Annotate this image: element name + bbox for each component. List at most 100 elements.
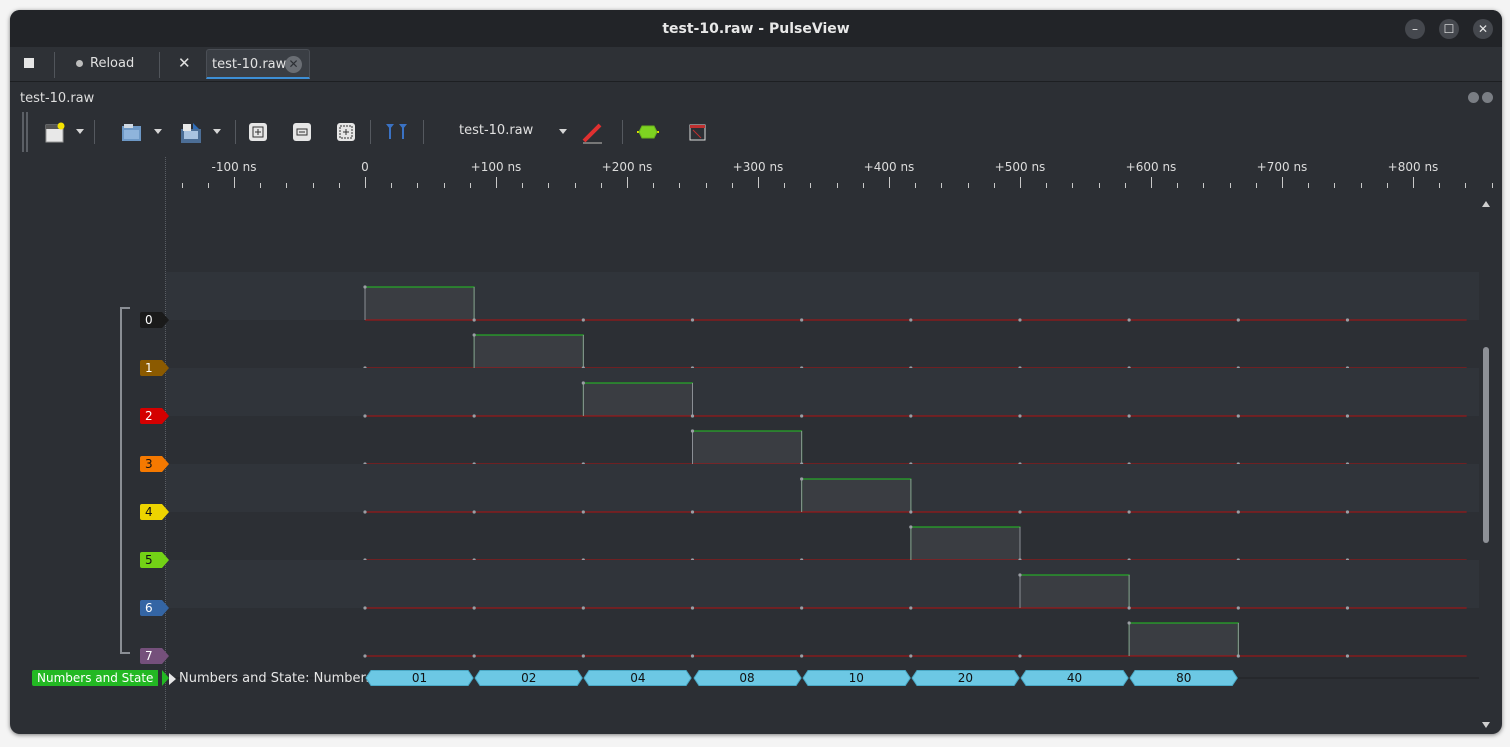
sample-dot xyxy=(1127,621,1131,625)
sample-dot xyxy=(1345,510,1350,514)
open-icon[interactable] xyxy=(121,122,143,144)
ruler-tick xyxy=(627,177,628,188)
decoder-icon[interactable] xyxy=(636,122,660,142)
trace-high-fill xyxy=(1020,575,1130,608)
minimize-icon[interactable]: – xyxy=(1405,19,1425,39)
sample-dot xyxy=(1236,606,1240,610)
sample-dot xyxy=(472,333,476,337)
tab-session[interactable]: test-10.raw ✕ xyxy=(206,49,310,79)
trace-high-fill xyxy=(910,527,1020,560)
trace-high-fill xyxy=(583,383,693,416)
channel-label-tip xyxy=(157,600,164,616)
ruler-tick xyxy=(1360,183,1362,188)
decoder-label[interactable]: Numbers and State xyxy=(32,670,159,686)
save-dropdown-icon[interactable] xyxy=(213,129,221,134)
zoom-out-icon[interactable] xyxy=(292,122,312,142)
reload-button[interactable]: Reload xyxy=(90,56,134,71)
lane-background xyxy=(166,368,1479,416)
probe-config-icon[interactable] xyxy=(580,122,606,144)
scroll-down-icon[interactable] xyxy=(1482,722,1490,728)
decoder-row-expand-icon[interactable] xyxy=(169,673,176,685)
sample-dot xyxy=(690,429,695,433)
trace-viewport[interactable] xyxy=(166,197,1479,730)
decoder-annotation[interactable]: 02 xyxy=(474,670,583,686)
sample-dot xyxy=(581,654,585,658)
decoder-annotation[interactable]: 01 xyxy=(365,670,474,686)
annotation-text: 01 xyxy=(411,671,428,685)
channel-label-tip xyxy=(157,456,164,472)
lane-background xyxy=(166,272,1479,320)
scroll-thumb[interactable] xyxy=(1483,347,1489,543)
ruler-tick xyxy=(1491,183,1493,188)
channel-label-tip xyxy=(157,312,164,328)
new-session-dropdown-icon[interactable] xyxy=(76,129,84,134)
ruler-tick xyxy=(496,177,497,188)
window-title: test-10.raw - PulseView xyxy=(662,21,850,37)
trace-high-fill xyxy=(1129,623,1239,656)
sample-dot xyxy=(800,606,804,610)
ruler-tick xyxy=(286,183,288,188)
channel-label-tip xyxy=(157,504,164,520)
stop-icon[interactable] xyxy=(24,58,34,68)
sample-dot xyxy=(1236,318,1240,322)
sample-dot xyxy=(472,414,476,418)
new-session-icon[interactable] xyxy=(44,122,66,144)
device-dropdown-icon[interactable] xyxy=(559,129,567,134)
time-ruler[interactable]: -100 ns 0 +100 ns +200 ns +300 ns +400 ns +500… xyxy=(166,157,1502,197)
vertical-scrollbar[interactable] xyxy=(1480,197,1492,730)
dock-float-icon[interactable] xyxy=(1468,92,1479,103)
sample-dot xyxy=(1236,654,1240,658)
dock-close-icon[interactable] xyxy=(1482,92,1493,103)
sample-dot xyxy=(581,318,585,322)
wrench-icon[interactable]: ✕ xyxy=(178,54,191,72)
decoder-annotation[interactable]: 10 xyxy=(802,670,911,686)
ruler-tick xyxy=(810,183,812,188)
save-icon[interactable] xyxy=(179,122,203,146)
trace-high-fill xyxy=(801,479,911,512)
math-icon[interactable] xyxy=(687,122,709,144)
maximize-icon[interactable]: ☐ xyxy=(1439,19,1459,39)
toolbar-grip xyxy=(26,112,28,152)
tab-close-icon[interactable]: ✕ xyxy=(285,56,302,73)
ruler-tick xyxy=(1151,177,1152,188)
ruler-tick xyxy=(600,183,602,188)
sample-dot xyxy=(472,318,476,322)
decoder-row-title: Numbers and State: Numbers xyxy=(179,671,373,686)
ruler-tick xyxy=(653,183,655,188)
record-dot-icon xyxy=(76,60,83,67)
separator xyxy=(235,120,236,144)
decoder-annotation[interactable]: 80 xyxy=(1129,670,1238,686)
ruler-tick xyxy=(181,183,183,188)
ruler-tick xyxy=(1282,177,1283,188)
ruler-tick xyxy=(207,183,209,188)
sample-dot xyxy=(581,606,585,610)
toolbar-grip xyxy=(22,112,24,152)
zoom-fit-icon[interactable] xyxy=(336,122,356,142)
sample-dot xyxy=(909,510,913,514)
scroll-up-icon[interactable] xyxy=(1482,201,1490,207)
ruler-tick xyxy=(1020,177,1021,188)
zoom-in-icon[interactable] xyxy=(248,122,268,142)
ruler-tick xyxy=(784,183,786,188)
sample-dot xyxy=(1127,318,1131,322)
trace-canvas xyxy=(166,272,1479,679)
sample-dot xyxy=(581,510,585,514)
separator xyxy=(159,52,160,78)
decoder-annotation[interactable]: 40 xyxy=(1020,670,1129,686)
ruler-tick xyxy=(889,177,890,188)
ruler-tick xyxy=(679,183,681,188)
channel-group-bracket xyxy=(120,307,130,654)
annotation-text: 04 xyxy=(630,671,646,685)
annotation-text: 10 xyxy=(848,671,864,685)
cursor-icon[interactable] xyxy=(384,122,410,142)
close-icon[interactable]: ✕ xyxy=(1473,19,1493,39)
ruler-tick xyxy=(1203,183,1205,188)
decoder-annotation[interactable]: 20 xyxy=(911,670,1020,686)
sample-dot xyxy=(1018,654,1022,658)
sample-dot xyxy=(909,525,913,529)
decoder-annotation[interactable]: 08 xyxy=(692,670,802,686)
ruler-tick xyxy=(1098,183,1100,188)
open-dropdown-icon[interactable] xyxy=(154,129,162,134)
decoder-annotation[interactable]: 04 xyxy=(583,670,693,686)
sample-dot xyxy=(581,381,585,385)
